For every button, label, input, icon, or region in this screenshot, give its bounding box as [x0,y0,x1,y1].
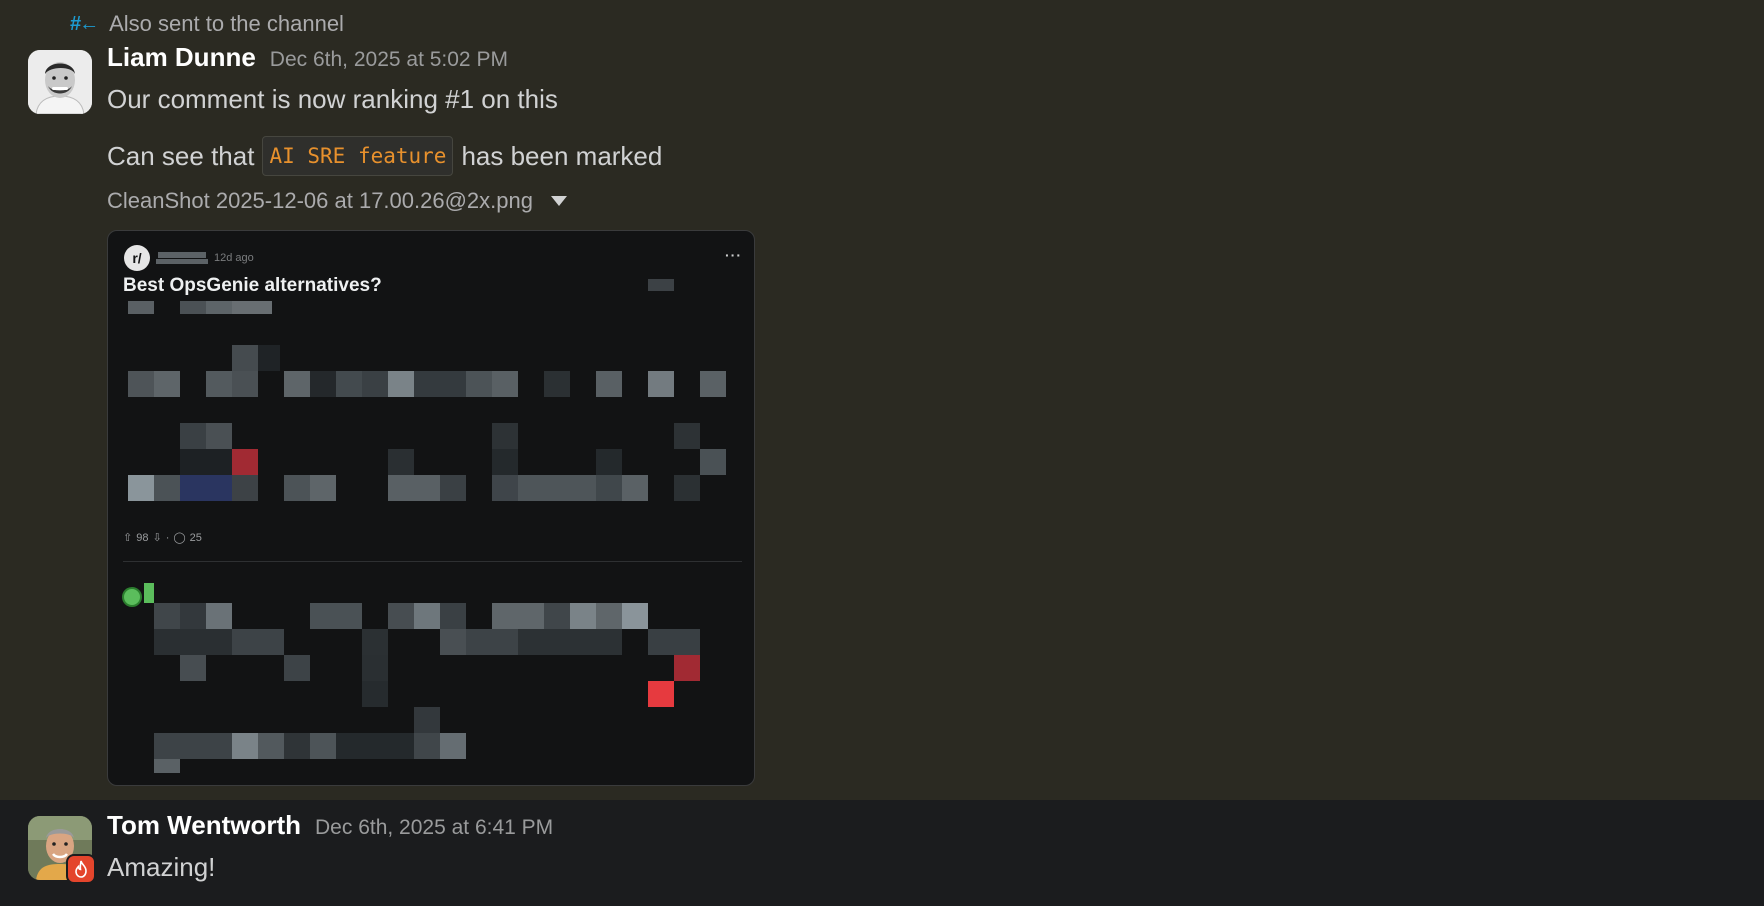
post-divider [123,561,742,562]
image-preview[interactable]: r/ 12d ago ··· Best OpsGenie alternative… [107,230,755,786]
more-options-icon: ··· [725,247,742,263]
commenter-flair [144,583,154,603]
message-header: Tom Wentworth Dec 6th, 2025 at 6:41 PM [107,810,553,850]
status-badge[interactable] [66,854,96,884]
hash-share-icon: #← [70,12,99,35]
separator: · [165,531,170,544]
text-before-code: Can see that [107,141,255,171]
message-text-line1: Our comment is now ranking #1 on this [107,84,558,114]
message-tom[interactable]: Tom Wentworth Dec 6th, 2025 at 6:41 PM A… [0,800,1764,906]
post-header: r/ 12d ago [124,245,254,271]
upvote-count: 98 [136,531,149,544]
message-text-line2: Can see that AI SRE feature has been mar… [107,136,662,176]
attachment-header[interactable]: CleanShot 2025-12-06 at 17.00.26@2x.png [107,186,662,216]
message-header: Liam Dunne Dec 6th, 2025 at 5:02 PM [107,42,662,82]
inline-code: AI SRE feature [262,136,454,176]
upvote-icon: ⇧ [123,532,133,544]
redacted-subtitle [156,259,208,264]
message-body: Liam Dunne Dec 6th, 2025 at 5:02 PM Our … [107,42,662,216]
caret-down-icon[interactable] [550,196,567,206]
post-age: 12d ago [214,252,254,264]
comment-count: 25 [189,531,202,544]
attachment-filename[interactable]: CleanShot 2025-12-06 at 17.00.26@2x.png [107,188,533,214]
post-title: Best OpsGenie alternatives? [123,275,382,296]
message-body: Tom Wentworth Dec 6th, 2025 at 6:41 PM A… [107,810,553,884]
commenter-avatar [122,587,142,607]
message-text: Amazing! [107,852,216,882]
downvote-icon: ⇩ [152,532,162,544]
reddit-logo-icon: r/ [124,245,150,271]
fire-icon [75,860,87,878]
text-after-code: has been marked [461,141,663,171]
author-name[interactable]: Liam Dunne [107,42,256,73]
post-stats: ⇧ 98 ⇩ · ◯ 25 [123,531,202,545]
timestamp[interactable]: Dec 6th, 2025 at 6:41 PM [315,816,553,840]
redacted-username [158,252,206,258]
also-sent-notice[interactable]: #← Also sent to the channel [70,10,344,38]
message-pane: #← Also sent to the channel Liam Dunne D… [0,0,1764,906]
timestamp[interactable]: Dec 6th, 2025 at 5:02 PM [270,48,508,72]
author-name[interactable]: Tom Wentworth [107,810,301,841]
message-liam[interactable]: Liam Dunne Dec 6th, 2025 at 5:02 PM Our … [0,42,1764,800]
avatar[interactable] [28,50,92,114]
comment-icon: ◯ [173,532,186,544]
also-sent-text: Also sent to the channel [109,11,344,36]
